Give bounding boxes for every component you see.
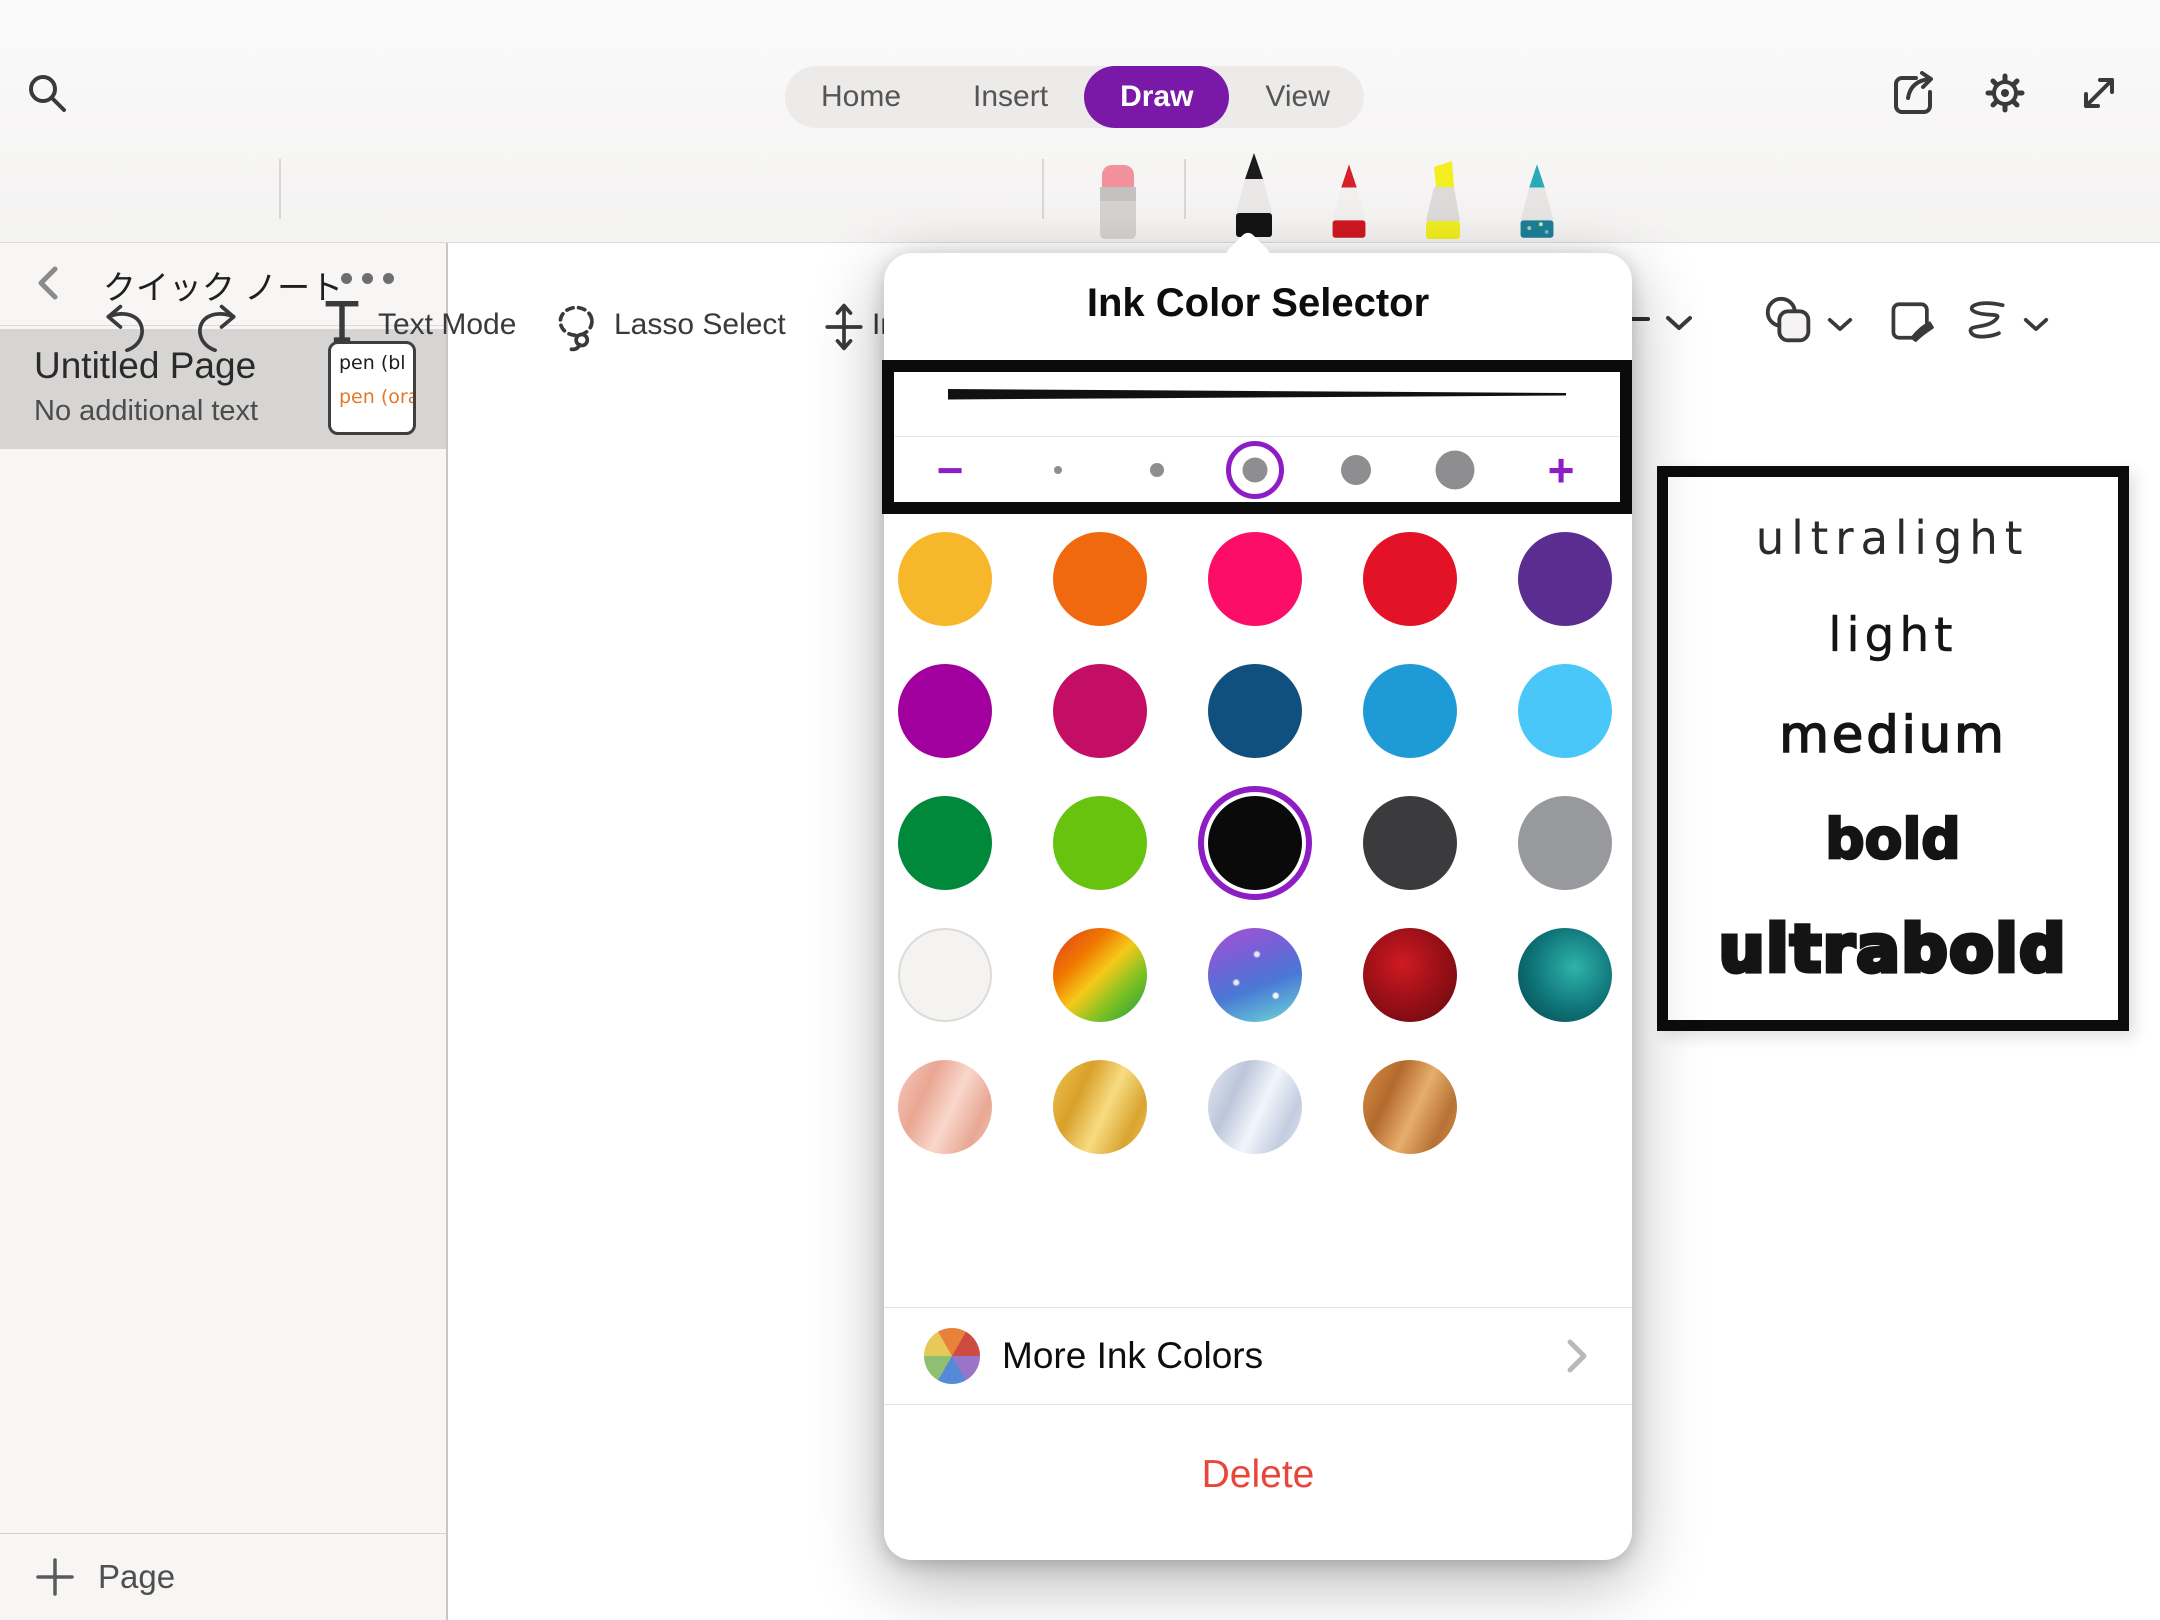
swatch-green[interactable] (898, 796, 992, 890)
swatch-silver[interactable] (1208, 1060, 1302, 1154)
swatch-bronze[interactable] (1363, 1060, 1457, 1154)
swatch-dark-blue[interactable] (1208, 664, 1302, 758)
top-toolbar: Home Insert Draw View Text Mode Lasso (0, 0, 2160, 243)
pen-galaxy-teal-tool[interactable] (1508, 159, 1566, 243)
thickness-selected-ring (1226, 441, 1284, 499)
weight-sample-bold: bold (1825, 812, 1960, 867)
pen-black-tool[interactable] (1224, 151, 1284, 243)
swatch-red-marble[interactable] (1363, 928, 1457, 1022)
insert-space-icon[interactable] (818, 301, 870, 353)
add-page-button[interactable]: Page (0, 1533, 446, 1620)
weight-sample-ultrabold: ultrabold (1719, 918, 2067, 982)
share-icon[interactable] (1886, 68, 1936, 118)
more-ink-colors-label: More Ink Colors (1002, 1335, 1263, 1377)
tab-view[interactable]: View (1229, 66, 1365, 128)
thickness-dot-5[interactable] (1436, 451, 1475, 490)
swatch-pink[interactable] (1208, 532, 1302, 626)
ink-color-grid (898, 532, 1612, 1154)
eraser-tool[interactable] (1088, 159, 1148, 243)
thickness-selector: − + (894, 437, 1620, 502)
thickness-dot-1[interactable] (1054, 466, 1062, 474)
swatch-white[interactable] (898, 928, 992, 1022)
swatch-light-green[interactable] (1053, 796, 1147, 890)
add-page-label: Page (98, 1558, 175, 1596)
chevron-right-icon (1554, 1334, 1598, 1378)
swatch-purple[interactable] (1518, 532, 1612, 626)
swatch-rose-gold[interactable] (898, 1060, 992, 1154)
ink-replay-icon[interactable] (1956, 297, 2012, 347)
tab-home[interactable]: Home (785, 66, 937, 128)
swatch-gold[interactable] (1053, 1060, 1147, 1154)
swatch-gray[interactable] (1518, 796, 1612, 890)
more-ink-colors-button[interactable]: More Ink Colors (884, 1308, 1632, 1404)
plus-icon (34, 1556, 76, 1598)
ink-replay-chevron-down-icon[interactable] (2022, 315, 2050, 334)
swatch-red[interactable] (1363, 532, 1457, 626)
pens-chevron-down-icon[interactable] (1664, 313, 1694, 333)
swatch-orange[interactable] (1053, 532, 1147, 626)
swatch-magenta[interactable] (898, 664, 992, 758)
weight-sample-ultralight: ultralight (1756, 515, 2029, 561)
undo-icon[interactable] (100, 301, 152, 353)
text-mode-icon[interactable] (322, 297, 362, 345)
search-icon[interactable] (24, 70, 72, 118)
fullscreen-icon[interactable] (2074, 68, 2124, 118)
swatch-yellow[interactable] (898, 532, 992, 626)
swatch-dark-gray[interactable] (1363, 796, 1457, 890)
highlighter-yellow-tool[interactable] (1412, 159, 1472, 243)
increase-thickness-button[interactable]: + (1548, 447, 1575, 493)
delete-pen-button[interactable]: Delete (884, 1453, 1632, 1497)
settings-gear-icon[interactable] (1980, 68, 2030, 118)
swatch-blue[interactable] (1363, 664, 1457, 758)
ribbon-tabs: Home Insert Draw View (785, 66, 1364, 128)
swatch-light-blue[interactable] (1518, 664, 1612, 758)
page-sidebar: クイック ノート Untitled Page No additional tex… (0, 243, 448, 1620)
ink-color-selector-popup: Ink Color Selector − + More Ink Colors D… (884, 253, 1632, 1560)
weight-sample-medium: medium (1779, 710, 2007, 761)
weight-sample-light: light (1828, 612, 1957, 659)
swatch-rainbow-glitter[interactable] (1053, 928, 1147, 1022)
draw-ribbon: Text Mode Lasso Select Insert Space (0, 135, 2160, 243)
more-menu-icon[interactable] (341, 273, 394, 284)
shapes-chevron-down-icon[interactable] (1826, 315, 1854, 334)
lasso-select-label[interactable]: Lasso Select (614, 308, 786, 342)
thumbnail-ink-line: pen (ora (339, 386, 413, 408)
redo-icon[interactable] (190, 301, 242, 353)
page-subtitle: No additional text (34, 395, 258, 428)
thickness-dot-4[interactable] (1341, 455, 1371, 485)
swatch-black[interactable] (1208, 796, 1302, 890)
pen-red-tool[interactable] (1320, 159, 1378, 243)
lasso-select-icon[interactable] (552, 301, 604, 353)
swatch-teal-marble[interactable] (1518, 928, 1612, 1022)
page-thumbnail: pen (bl pen (ora (328, 341, 416, 435)
stroke-width-preview (948, 386, 1566, 404)
tab-draw[interactable]: Draw (1084, 66, 1229, 128)
color-wheel-icon (924, 1328, 980, 1384)
popup-title: Ink Color Selector (884, 281, 1632, 326)
thickness-dot-2[interactable] (1150, 463, 1164, 477)
stroke-weight-annotation-box: ultralight light medium bold ultrabold (1657, 466, 2129, 1031)
thickness-annotation-box: − + (882, 360, 1632, 514)
decrease-thickness-button[interactable]: − (937, 447, 964, 493)
ink-to-text-icon[interactable] (1886, 295, 1938, 347)
tab-insert[interactable]: Insert (937, 66, 1084, 128)
thumbnail-ink-line: pen (bl (339, 352, 413, 374)
swatch-raspberry[interactable] (1053, 664, 1147, 758)
text-mode-label[interactable]: Text Mode (378, 308, 516, 342)
shapes-icon[interactable] (1760, 293, 1818, 351)
swatch-galaxy[interactable] (1208, 928, 1302, 1022)
